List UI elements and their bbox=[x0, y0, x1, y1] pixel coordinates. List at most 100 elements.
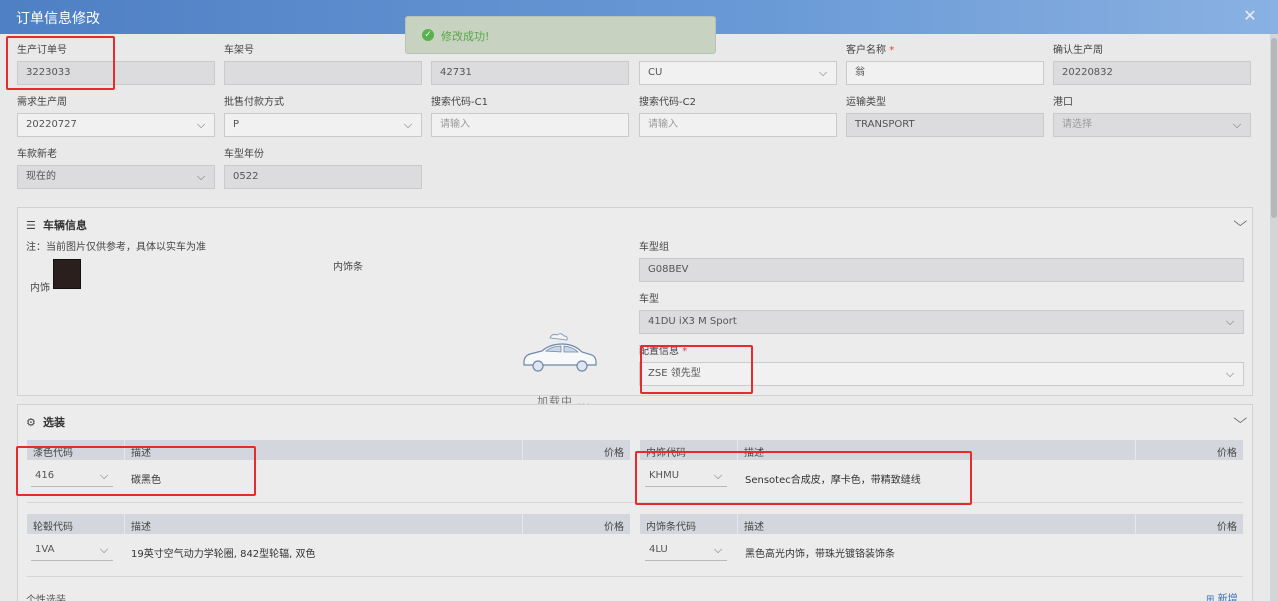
model-year-label: 车型年份 bbox=[224, 149, 264, 160]
required-mark: * bbox=[889, 45, 895, 56]
sliders-icon: ☰ bbox=[26, 219, 36, 232]
production-order-field: 生产订单号 3223033 bbox=[17, 44, 215, 85]
requested-week-label: 需求生产周 bbox=[17, 97, 67, 108]
port-select[interactable]: 请选择 ⌵ bbox=[1053, 113, 1251, 137]
model-value: 41DU iX3 M Sport bbox=[648, 316, 737, 327]
config-label: 配置信息 bbox=[639, 346, 679, 357]
chevron-down-icon: ⌵ bbox=[713, 543, 723, 556]
search-code-c1-label: 搜索代码-C1 bbox=[431, 97, 488, 108]
transport-type-label: 运输类型 bbox=[846, 97, 886, 108]
model-select[interactable]: 41DU iX3 M Sport ⌵ bbox=[639, 310, 1244, 334]
close-icon[interactable]: ✕ bbox=[1242, 8, 1258, 24]
transport-type-input[interactable]: TRANSPORT bbox=[846, 113, 1044, 137]
trim-code-header: 内饰条代码 bbox=[646, 522, 696, 533]
collapse-chevron-icon[interactable]: ⌵ bbox=[1234, 214, 1248, 230]
production-order-label: 生产订单号 bbox=[17, 45, 67, 56]
model-group-input[interactable]: G08BEV bbox=[639, 258, 1244, 282]
scrollbar-thumb[interactable] bbox=[1271, 38, 1277, 218]
required-mark: * bbox=[682, 346, 688, 357]
add-option-button[interactable]: ⊞ 新增 bbox=[1206, 590, 1238, 601]
options-title: ⚙ 选装 bbox=[26, 416, 65, 429]
chevron-down-icon: ⌵ bbox=[403, 118, 413, 131]
port-placeholder: 请选择 bbox=[1062, 119, 1092, 130]
vin-input[interactable] bbox=[224, 61, 422, 85]
customer-name-label: 客户名称 bbox=[846, 45, 886, 56]
paint-price-header: 价格 bbox=[604, 448, 624, 459]
search-code-c1-field: 搜索代码-C1 请输入 bbox=[431, 96, 629, 137]
config-value: ZSE 领先型 bbox=[648, 368, 701, 379]
chevron-down-icon: ⌵ bbox=[713, 469, 723, 482]
check-circle-icon: ✓ bbox=[422, 29, 434, 41]
confirmed-week-label: 确认生产周 bbox=[1053, 45, 1103, 56]
model-field: 车型 41DU iX3 M Sport ⌵ bbox=[639, 293, 1244, 334]
model-year-input[interactable]: 0522 bbox=[224, 165, 422, 189]
paint-code-header: 漆色代码 bbox=[33, 448, 73, 459]
search-code-c2-input[interactable]: 请输入 bbox=[639, 113, 837, 137]
car-loading-icon bbox=[523, 333, 597, 372]
chevron-down-icon: ⌵ bbox=[1225, 367, 1235, 380]
customer-name-input[interactable]: 翁 bbox=[846, 61, 1044, 85]
chevron-down-icon: ⌵ bbox=[196, 118, 206, 131]
requested-week-select[interactable]: 20220727 ⌵ bbox=[17, 113, 215, 137]
payment-method-value: P bbox=[233, 119, 240, 130]
upholstery-price-header: 价格 bbox=[1217, 448, 1237, 459]
model-group-field: 车型组 G08BEV bbox=[639, 241, 1244, 282]
chevron-down-icon: ⌵ bbox=[1225, 315, 1235, 328]
wheels-code-value: 1VA bbox=[35, 544, 55, 555]
model-status-field: 车款新老 现在的 ⌵ bbox=[17, 148, 215, 189]
chevron-down-icon: ⌵ bbox=[818, 66, 828, 79]
trim-code-value: 4LU bbox=[649, 544, 668, 555]
paint-code-select[interactable]: 416 ⌵ bbox=[31, 465, 113, 487]
vin-label: 车架号 bbox=[224, 45, 254, 56]
search-code-c1-input[interactable]: 请输入 bbox=[431, 113, 629, 137]
model-label: 车型 bbox=[639, 294, 659, 305]
upholstery-code-select[interactable]: KHMU ⌵ bbox=[645, 465, 727, 487]
toast-message: 修改成功! bbox=[441, 30, 490, 43]
field4-select[interactable]: CU ⌵ bbox=[639, 61, 837, 85]
success-toast: ✓ 修改成功! bbox=[405, 16, 716, 54]
transport-type-field: 运输类型 TRANSPORT bbox=[846, 96, 1044, 137]
vin-field: 车架号 bbox=[224, 44, 422, 85]
field3-input[interactable]: 42731 bbox=[431, 61, 629, 85]
trim-desc-header: 描述 bbox=[744, 522, 764, 533]
customer-name-field: 客户名称 * 翁 bbox=[846, 44, 1044, 85]
port-label: 港口 bbox=[1053, 97, 1073, 108]
scrollbar[interactable] bbox=[1270, 34, 1278, 601]
upholstery-desc-header: 描述 bbox=[744, 448, 764, 459]
plus-square-icon: ⊞ bbox=[1206, 594, 1215, 601]
confirmed-week-input[interactable]: 20220832 bbox=[1053, 61, 1251, 85]
payment-method-field: 批售付款方式 P ⌵ bbox=[224, 96, 422, 137]
trim-code-select[interactable]: 4LU ⌵ bbox=[645, 539, 727, 561]
divider bbox=[27, 502, 1243, 503]
divider bbox=[27, 576, 1243, 577]
vehicle-info-title: ☰ 车辆信息 bbox=[26, 219, 87, 232]
wheels-code-header: 轮毂代码 bbox=[33, 522, 73, 533]
custom-options-label: 个性选装 bbox=[26, 595, 66, 601]
payment-method-select[interactable]: P ⌵ bbox=[224, 113, 422, 137]
upholstery-table-header: 内饰代码 描述 价格 bbox=[640, 440, 1243, 460]
wheels-table-header: 轮毂代码 描述 价格 bbox=[27, 514, 630, 534]
collapse-chevron-icon[interactable]: ⌵ bbox=[1234, 411, 1248, 427]
chevron-down-icon: ⌵ bbox=[99, 469, 109, 482]
paint-desc: 碳黑色 bbox=[131, 475, 161, 486]
search-code-c2-label: 搜索代码-C2 bbox=[639, 97, 696, 108]
modal-title: 订单信息修改 bbox=[16, 11, 100, 27]
trim-table-header: 内饰条代码 描述 价格 bbox=[640, 514, 1243, 534]
config-field: 配置信息 * ZSE 领先型 ⌵ bbox=[639, 345, 1244, 386]
chevron-down-icon: ⌵ bbox=[1232, 118, 1242, 131]
search-code-c2-field: 搜索代码-C2 请输入 bbox=[639, 96, 837, 137]
wheels-price-header: 价格 bbox=[604, 522, 624, 533]
production-order-input[interactable]: 3223033 bbox=[17, 61, 215, 85]
trim-price-header: 价格 bbox=[1217, 522, 1237, 533]
model-status-value: 现在的 bbox=[26, 171, 56, 182]
model-status-label: 车款新老 bbox=[17, 149, 57, 160]
interior-label: 内饰 bbox=[30, 283, 50, 294]
upholstery-code-header: 内饰代码 bbox=[646, 448, 686, 459]
wrench-icon: ⚙ bbox=[26, 416, 36, 429]
wheels-code-select[interactable]: 1VA ⌵ bbox=[31, 539, 113, 561]
model-status-select[interactable]: 现在的 ⌵ bbox=[17, 165, 215, 189]
payment-method-label: 批售付款方式 bbox=[224, 97, 284, 108]
interior-thumbnail[interactable] bbox=[53, 259, 81, 289]
config-select[interactable]: ZSE 领先型 ⌵ bbox=[639, 362, 1244, 386]
trim-label: 内饰条 bbox=[333, 262, 363, 273]
